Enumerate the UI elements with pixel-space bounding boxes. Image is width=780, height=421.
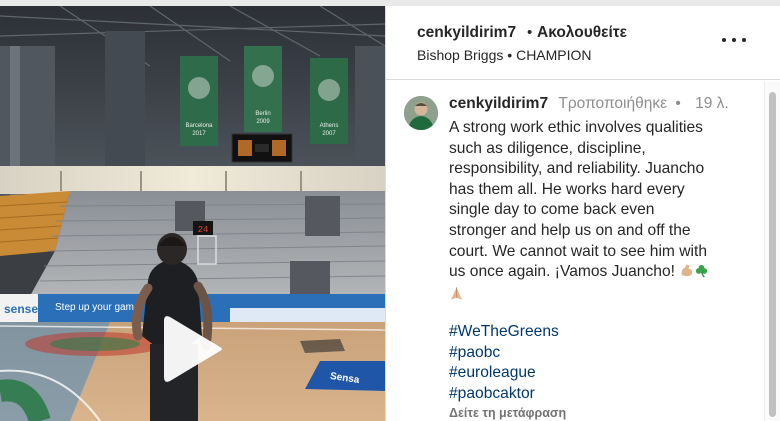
post-header: cenkyildirim7 • Ακολουθείτε Bishop Brigg… [386, 6, 780, 80]
hashtag-list: #WeTheGreens #paobc #euroleague #paobcak… [449, 322, 559, 404]
hashtag-link[interactable]: #paobcaktor [449, 384, 559, 405]
audio-separator: • [507, 47, 513, 63]
caption-line-last: us once again. ¡Vamos Juancho! [449, 262, 741, 283]
svg-text:2009: 2009 [256, 119, 270, 125]
edited-label: Τροποποιήθηκε [558, 95, 668, 112]
caption-text: A strong work ethic involves qualities s… [449, 118, 741, 305]
flexed-biceps-icon [681, 264, 693, 277]
caption-emoji-line [449, 283, 741, 306]
header-separator: • [527, 24, 533, 41]
hashtag-link[interactable]: #euroleague [449, 363, 559, 384]
more-options-icon[interactable] [722, 32, 746, 48]
caption-line: responsibility, and reliability. Juancho [449, 160, 705, 178]
hashtag-link[interactable]: #paobc [449, 343, 559, 364]
caption-header: cenkyildirim7 Τροποποιήθηκε • 19 λ. [449, 95, 729, 113]
audio-attribution: Bishop Briggs • CHAMPION [417, 47, 592, 63]
caption-line: such as diligence, discipline, [449, 139, 646, 157]
play-icon[interactable] [158, 311, 228, 387]
svg-text:24: 24 [198, 225, 209, 235]
caption-line: court. We cannot wait to see him with [449, 242, 707, 260]
author-username[interactable]: cenkyildirim7 [417, 24, 516, 42]
scrollbar-thumb[interactable] [769, 92, 776, 417]
caption-timestamp[interactable]: 19 λ. [695, 95, 729, 112]
svg-text:sense: sense [4, 302, 38, 316]
svg-text:Berlin: Berlin [255, 111, 270, 117]
see-translation-link[interactable]: Δείτε τη μετάφραση [449, 406, 566, 420]
folded-hands-icon [450, 287, 463, 300]
caption-line: A strong work ethic involves qualities [449, 119, 703, 136]
caption-username[interactable]: cenkyildirim7 [449, 95, 548, 112]
caption-comment: cenkyildirim7 Τροποποιήθηκε • 19 λ. A st… [386, 80, 780, 421]
hashtag-link[interactable]: #WeTheGreens [449, 322, 559, 343]
caption-line: has them all. He works hard every [449, 180, 685, 198]
avatar[interactable] [404, 96, 438, 130]
svg-text:2017: 2017 [192, 131, 206, 137]
audio-title[interactable]: CHAMPION [516, 47, 591, 63]
caption-separator: • [675, 95, 681, 112]
caption-line: single day to come back even [449, 201, 655, 219]
svg-text:2007: 2007 [322, 131, 336, 137]
shamrock-icon [695, 265, 708, 278]
following-button[interactable]: Ακολουθείτε [537, 24, 627, 42]
post-video[interactable]: Barcelona 2017 Berlin 2009 Athens 2007 2… [0, 6, 385, 421]
caption-line-text: us once again. ¡Vamos Juancho! [449, 263, 675, 281]
caption-line: stronger and help us on and off the [449, 221, 691, 239]
instagram-post-modal: Barcelona 2017 Berlin 2009 Athens 2007 2… [0, 0, 780, 421]
audio-artist[interactable]: Bishop Briggs [417, 47, 503, 63]
svg-text:Step up your game: Step up your game [55, 302, 140, 313]
svg-text:Athens: Athens [320, 123, 339, 129]
svg-text:Barcelona: Barcelona [185, 123, 213, 129]
post-details-panel: cenkyildirim7 • Ακολουθείτε Bishop Brigg… [385, 6, 780, 421]
